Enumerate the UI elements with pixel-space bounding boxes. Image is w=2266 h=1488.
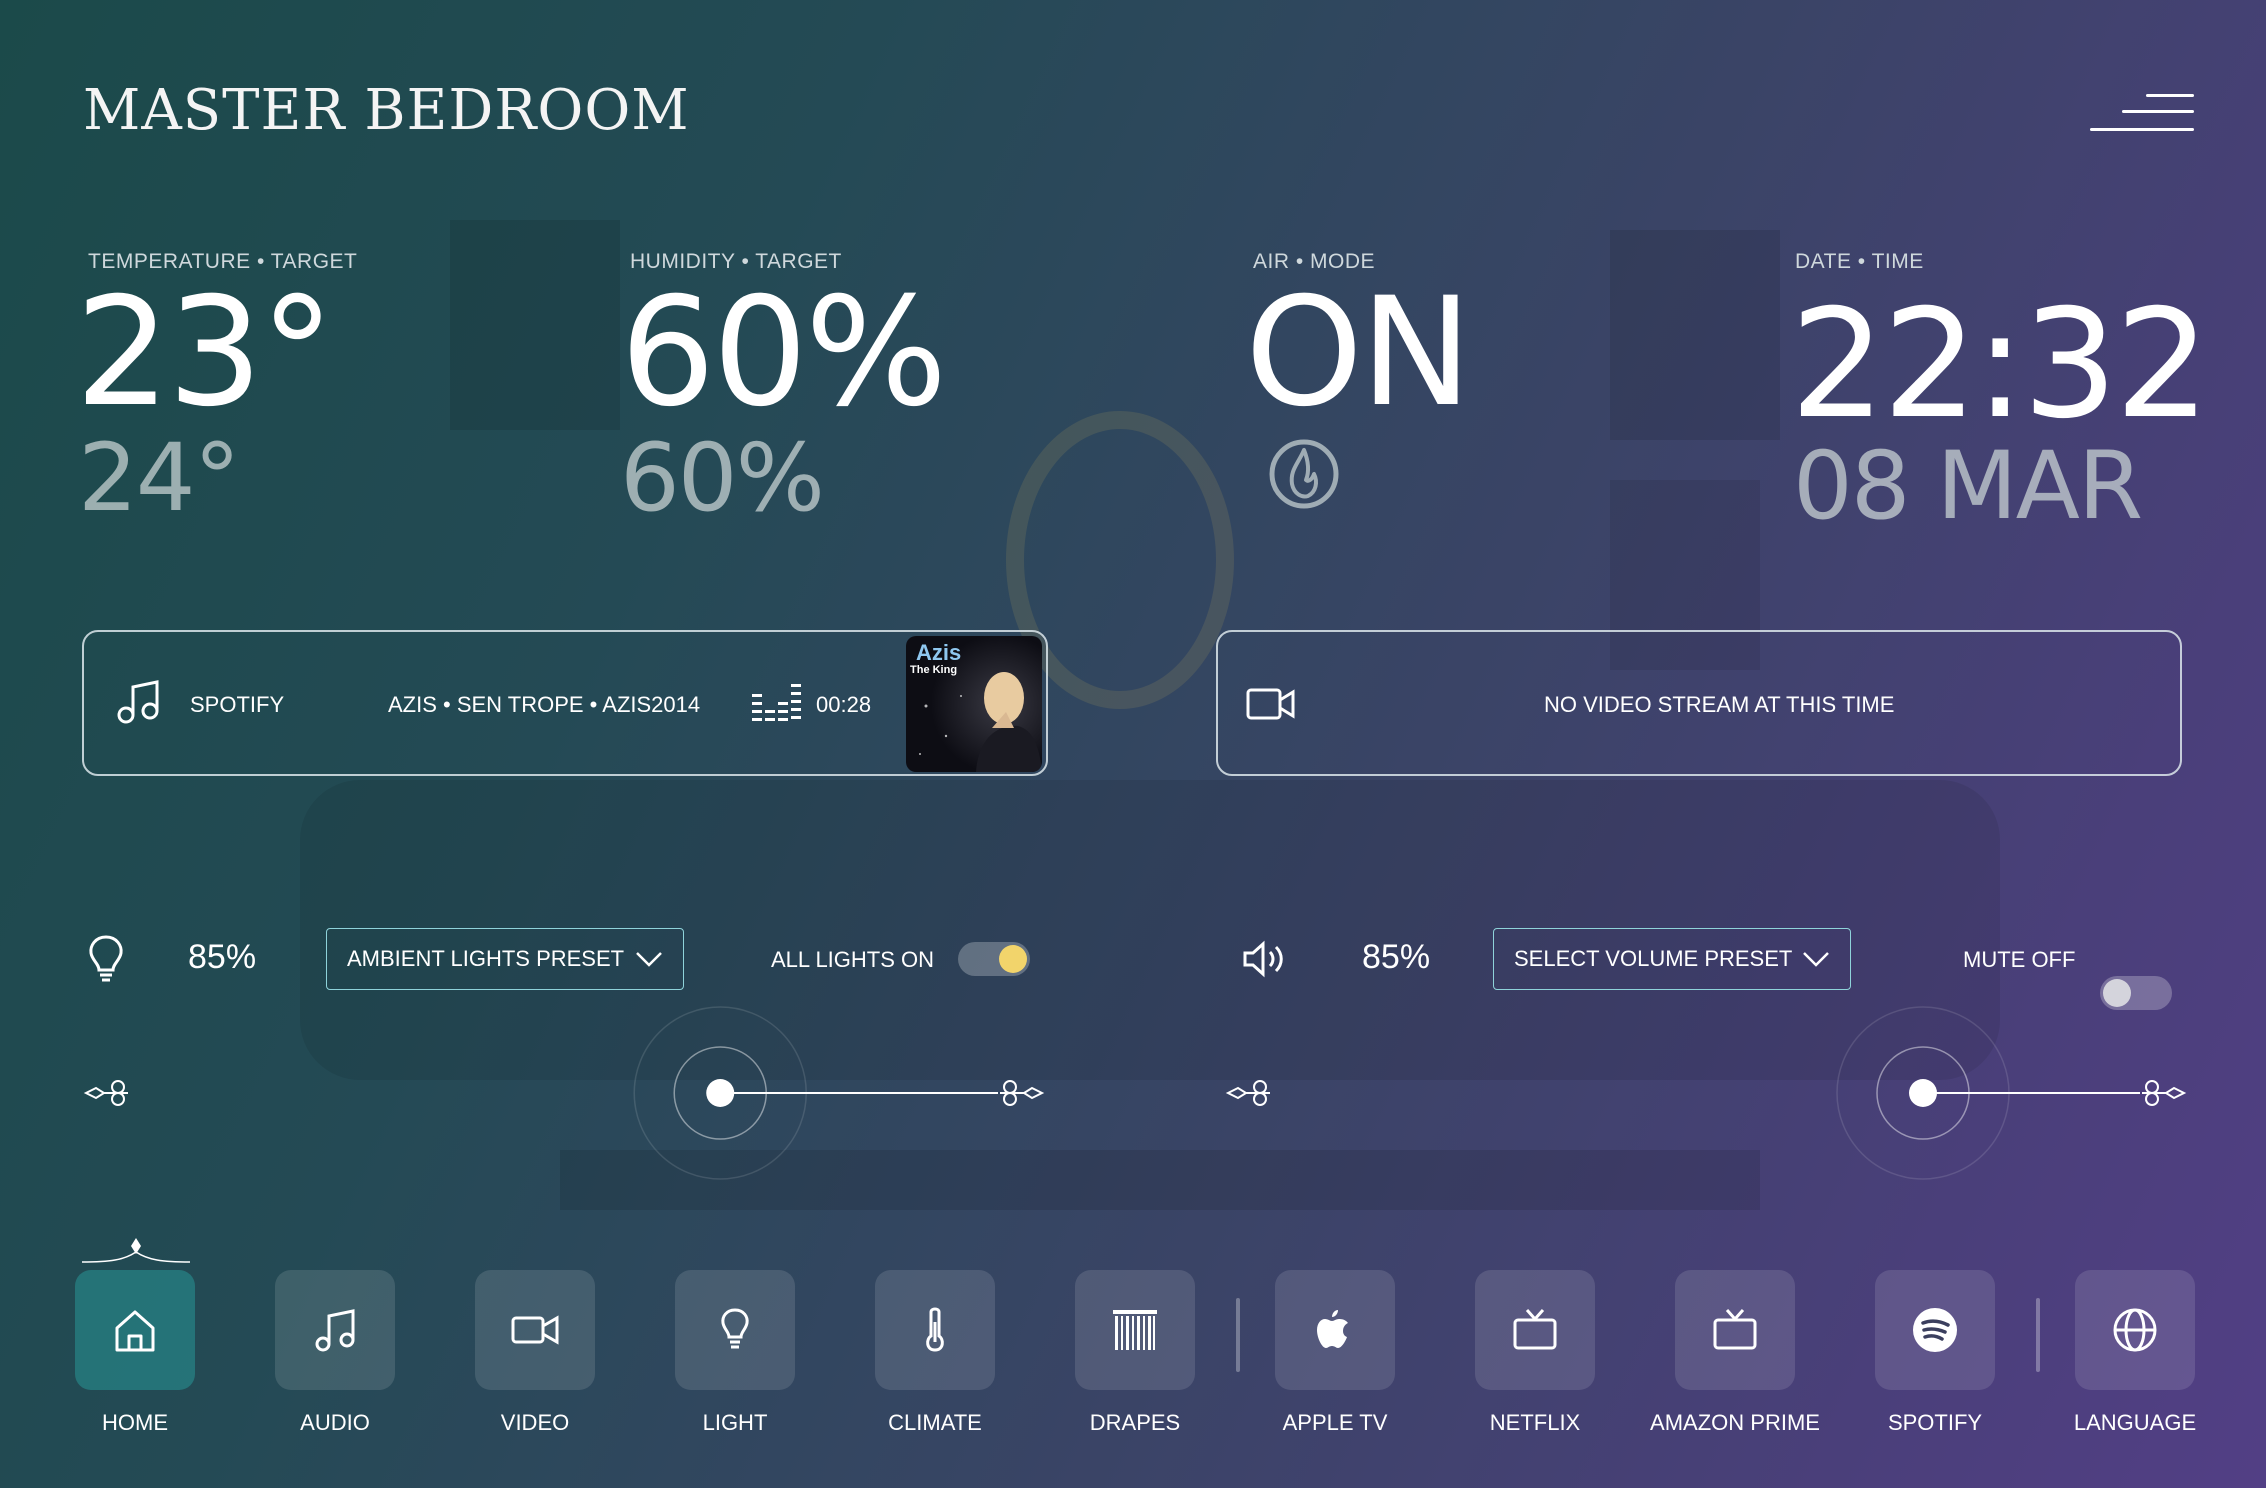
spotify-icon <box>1913 1308 1957 1352</box>
volume-level: 85% <box>1362 938 1431 976</box>
nav-separator <box>1236 1298 1240 1372</box>
slider-graphic <box>83 1006 1045 1180</box>
globe-icon <box>2113 1308 2157 1352</box>
nav-label: LIGHT <box>702 1410 768 1435</box>
apple-icon <box>1317 1310 1348 1348</box>
air-value: ON <box>1245 266 1472 440</box>
nav-button[interactable] <box>1475 1270 1595 1390</box>
nav-button[interactable] <box>2075 1270 2195 1390</box>
equalizer-icon <box>752 682 802 727</box>
nav-label: AUDIO <box>300 1410 370 1435</box>
lights-preset-label: AMBIENT LIGHTS PRESET <box>347 946 625 971</box>
volume-preset-dropdown[interactable]: SELECT VOLUME PRESET <box>1493 928 1851 990</box>
toggle-knob <box>999 945 1027 973</box>
video-camera-icon <box>1246 687 1296 726</box>
nav-item-video[interactable]: VIDEO <box>435 1270 635 1436</box>
video-camera-icon <box>511 1315 559 1345</box>
slider-end-ornament <box>1000 1080 1045 1106</box>
speaker-icon <box>1242 940 1290 983</box>
all-lights-toggle[interactable] <box>958 942 1030 976</box>
active-nav-indicator <box>80 1232 192 1273</box>
nav-label: AMAZON PRIME <box>1650 1410 1820 1435</box>
humidity-target: 60% <box>620 424 825 533</box>
light-bulb-icon <box>86 934 126 987</box>
album-title: Azis <box>916 640 962 665</box>
nav-item-home[interactable]: HOME <box>35 1270 235 1436</box>
tv-icon <box>1513 1309 1557 1350</box>
nav-button[interactable] <box>1275 1270 1395 1390</box>
video-status: NO VIDEO STREAM AT THIS TIME <box>1544 692 1895 717</box>
nav-button[interactable] <box>275 1270 395 1390</box>
nav-label: SPOTIFY <box>1887 1410 1983 1435</box>
nav-label: LANGUAGE <box>2073 1410 2197 1435</box>
nav-item-audio[interactable]: AUDIO <box>235 1270 435 1436</box>
music-note-icon <box>116 679 160 730</box>
light-level-slider[interactable] <box>80 1000 1048 1190</box>
nav-item-drapes[interactable]: DRAPES <box>1035 1270 1235 1436</box>
slider-end-ornament <box>1225 1080 1270 1106</box>
date-value: 08 MAR <box>1793 432 2143 541</box>
slider-knob[interactable] <box>706 1079 735 1107</box>
nav-button[interactable] <box>75 1270 195 1390</box>
nav-item-amazon-prime[interactable]: AMAZON PRIME <box>1635 1270 1835 1436</box>
slider-graphic <box>1225 1006 2187 1180</box>
slider-end-ornament <box>83 1080 128 1106</box>
nav-button[interactable] <box>675 1270 795 1390</box>
album-art: Azis The King <box>906 636 1042 772</box>
temperature-target: 24° <box>78 424 241 533</box>
video-stream-panel[interactable]: NO VIDEO STREAM AT THIS TIME <box>1216 630 2182 776</box>
nav-button[interactable] <box>1075 1270 1195 1390</box>
nav-label: NETFLIX <box>1489 1410 1581 1435</box>
nav-button[interactable] <box>1875 1270 1995 1390</box>
audio-now-playing-panel[interactable]: SPOTIFY AZIS • SEN TROPE • AZIS2014 00:2… <box>82 630 1048 776</box>
nav-label: HOME <box>102 1410 168 1435</box>
bottom-navigation: HOME AUDIO VIDEO LIGHT CLIMATE DRAPES APPLE TV… <box>0 1270 2266 1470</box>
light-level: 85% <box>188 938 257 976</box>
slider-end-ornament <box>2142 1080 2187 1106</box>
nav-item-spotify[interactable]: SPOTIFY <box>1835 1270 2035 1436</box>
chevron-down-icon <box>636 952 662 967</box>
nav-item-language[interactable]: LANGUAGE <box>2035 1270 2235 1436</box>
time-value: 22:32 <box>1790 278 2210 452</box>
nav-button[interactable] <box>1675 1270 1795 1390</box>
thermometer-icon <box>926 1307 944 1352</box>
nav-item-climate[interactable]: CLIMATE <box>835 1270 1035 1436</box>
volume-level-slider[interactable] <box>1222 1000 2190 1190</box>
nav-label: APPLE TV <box>1282 1410 1388 1435</box>
audio-source: SPOTIFY <box>190 692 285 717</box>
album-subtitle: The King <box>910 664 958 676</box>
nav-item-netflix[interactable]: NETFLIX <box>1435 1270 1635 1436</box>
flame-icon <box>1268 430 1340 515</box>
menu-button[interactable] <box>2090 88 2194 138</box>
nav-item-light[interactable]: LIGHT <box>635 1270 835 1436</box>
track-time: 00:28 <box>816 692 872 717</box>
page-title: MASTER BEDROOM <box>83 78 690 143</box>
ambient-lights-preset-dropdown[interactable]: AMBIENT LIGHTS PRESET <box>326 928 684 990</box>
mute-label: MUTE OFF <box>1963 947 2076 972</box>
humidity-value: 60% <box>620 266 947 440</box>
nav-button[interactable] <box>875 1270 995 1390</box>
music-note-icon <box>315 1309 355 1352</box>
light-bulb-icon <box>721 1308 749 1349</box>
track-info: AZIS • SEN TROPE • AZIS2014 <box>388 692 701 717</box>
nav-label: VIDEO <box>500 1410 570 1435</box>
datetime-label: DATE • TIME <box>1795 250 1924 273</box>
nav-item-apple-tv[interactable]: APPLE TV <box>1235 1270 1435 1436</box>
nav-label: DRAPES <box>1089 1410 1181 1435</box>
nav-separator <box>2036 1298 2040 1372</box>
home-icon <box>115 1310 155 1352</box>
all-lights-label: ALL LIGHTS ON <box>771 947 935 972</box>
tv-icon <box>1713 1309 1757 1350</box>
drapes-icon <box>1113 1310 1157 1350</box>
nav-button[interactable] <box>475 1270 595 1390</box>
volume-preset-label: SELECT VOLUME PRESET <box>1514 946 1793 971</box>
nav-label: CLIMATE <box>888 1410 982 1435</box>
temperature-value: 23° <box>75 266 335 440</box>
chevron-down-icon <box>1803 952 1829 967</box>
slider-knob[interactable] <box>1909 1079 1937 1107</box>
